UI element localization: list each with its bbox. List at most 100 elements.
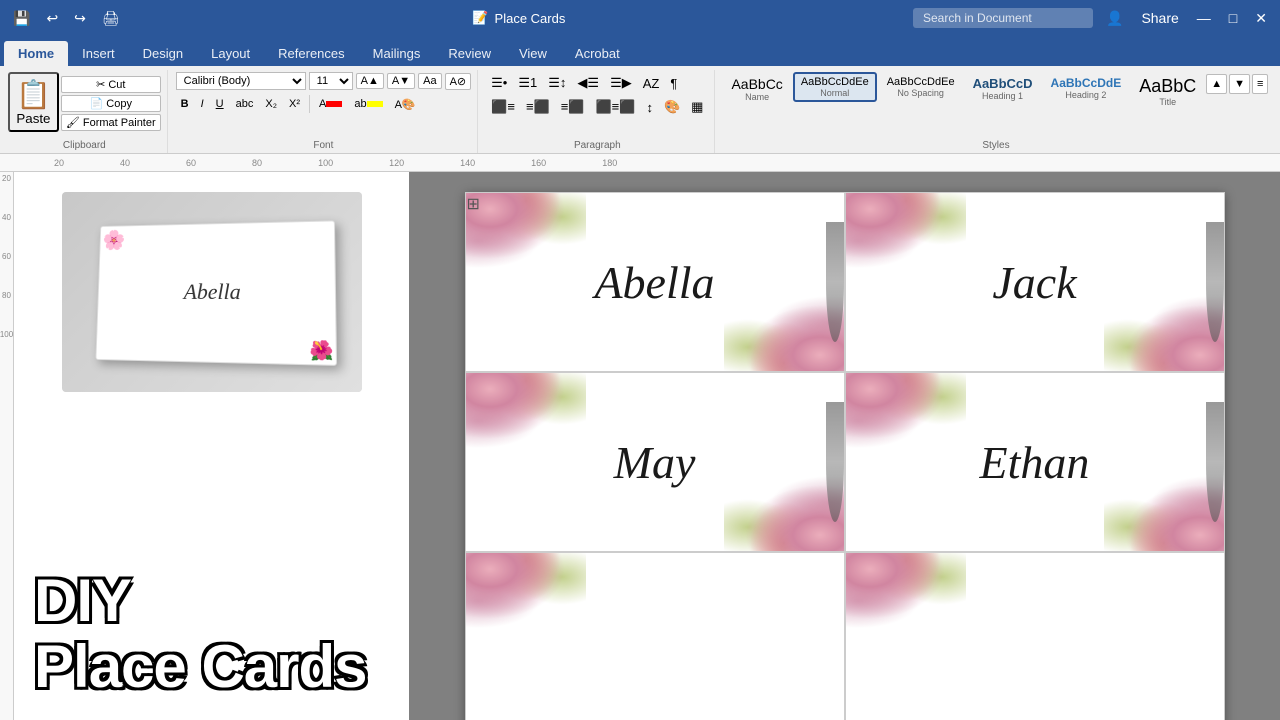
- style-heading1-button[interactable]: AaBbCcD Heading 1: [965, 72, 1041, 105]
- add-content-button[interactable]: ⊞: [467, 194, 480, 214]
- style-normal-button[interactable]: AaBbCcDdEe Normal: [793, 72, 877, 102]
- highlight-swatch: [367, 101, 383, 107]
- increase-indent-button[interactable]: ☰▶: [605, 72, 637, 94]
- floral-tl-3: [466, 373, 586, 453]
- place-card-3[interactable]: May: [465, 372, 845, 552]
- styles-scroll-down[interactable]: ▼: [1229, 74, 1250, 94]
- main-area: 20 40 60 80 100 🌸 Abella 🌺 DIY Place Car…: [0, 172, 1280, 720]
- place-card-preview: 🌸 Abella 🌺: [95, 220, 337, 366]
- shrink-font-button[interactable]: A▼: [387, 73, 415, 89]
- floral-tl-5: [466, 553, 586, 633]
- subscript-button[interactable]: X₂: [260, 95, 282, 113]
- undo-button[interactable]: ↩: [41, 8, 63, 29]
- paste-icon: 📋: [16, 78, 51, 111]
- line-spacing-button[interactable]: ↕: [641, 96, 658, 118]
- place-card-1[interactable]: Abella: [465, 192, 845, 372]
- style-title-button[interactable]: AaBbC Title: [1131, 72, 1204, 111]
- tab-references[interactable]: References: [264, 41, 358, 66]
- cut-button[interactable]: ✂ Cut: [61, 76, 161, 93]
- floral-decoration-tl: 🌸: [102, 228, 126, 252]
- thumbnail-image: 🌸 Abella 🌺: [62, 192, 362, 392]
- card-name-4: Ethan: [980, 436, 1090, 489]
- styles-pane-area: AÄ StylesPane: [1276, 70, 1280, 153]
- font-color-button[interactable]: A: [314, 95, 347, 113]
- document-area[interactable]: ⊞ Abella Jack May: [409, 172, 1280, 720]
- italic-button[interactable]: I: [196, 95, 209, 113]
- align-right-button[interactable]: ≡⬛: [556, 96, 590, 118]
- card-name-2: Jack: [992, 256, 1076, 309]
- style-no-spacing-button[interactable]: AaBbCcDdEe No Spacing: [879, 72, 963, 102]
- account-button[interactable]: 👤: [1101, 8, 1128, 29]
- styles-scroll-up[interactable]: ▲: [1206, 74, 1227, 94]
- diy-overlay: DIY Place Cards: [34, 568, 409, 700]
- maximize-button[interactable]: □: [1224, 8, 1242, 28]
- font-family-select[interactable]: Calibri (Body): [176, 72, 306, 90]
- redo-button[interactable]: ↪: [69, 8, 91, 29]
- save-button[interactable]: 💾: [8, 8, 35, 29]
- title-bar-left: 💾 ↩ ↪ 🖨: [8, 8, 125, 29]
- tab-review[interactable]: Review: [434, 41, 505, 66]
- highlight-button[interactable]: ab: [349, 95, 387, 113]
- numbering-button[interactable]: ☰1: [513, 72, 542, 94]
- tab-mailings[interactable]: Mailings: [359, 41, 435, 66]
- sort-button[interactable]: AZ: [638, 72, 665, 94]
- thumbnail-panel: 🌸 Abella 🌺 DIY Place Cards: [14, 172, 409, 720]
- floral-tl-1: [466, 193, 586, 273]
- style-name-button[interactable]: AaBbCc Name: [723, 72, 790, 106]
- change-case-button[interactable]: Aa: [418, 73, 441, 89]
- font-size-select[interactable]: 11 12 14: [309, 72, 353, 90]
- diy-line2: Place Cards: [34, 634, 409, 700]
- feather-3: [826, 402, 844, 522]
- style-heading2-button[interactable]: AaBbCcDdE Heading 2: [1043, 72, 1130, 104]
- vertical-ruler: 20 40 60 80 100: [0, 172, 14, 720]
- title-bar-center: 📝 Place Cards: [472, 10, 565, 26]
- floral-decoration-br: 🌺: [309, 340, 334, 363]
- clipboard-group: 📋 Paste ✂ Cut 📄 Copy 🖌 Format Painter Cl…: [2, 70, 168, 153]
- strikethrough-button[interactable]: abc: [231, 95, 259, 113]
- place-card-4[interactable]: Ethan: [845, 372, 1225, 552]
- horizontal-ruler: 20 40 60 80 100 120 140 160 180: [0, 154, 1280, 172]
- tab-home[interactable]: Home: [4, 41, 68, 66]
- search-input[interactable]: [913, 8, 1093, 28]
- tab-layout[interactable]: Layout: [197, 41, 264, 66]
- place-card-5[interactable]: [465, 552, 845, 720]
- tab-view[interactable]: View: [505, 41, 561, 66]
- tab-insert[interactable]: Insert: [68, 41, 129, 66]
- document-title: Place Cards: [495, 11, 566, 26]
- show-hide-button[interactable]: ¶: [665, 72, 682, 94]
- paste-button[interactable]: 📋 Paste: [8, 72, 59, 132]
- close-button[interactable]: ✕: [1250, 8, 1272, 29]
- justify-button[interactable]: ⬛≡⬛: [591, 96, 641, 118]
- place-card-6[interactable]: [845, 552, 1225, 720]
- paragraph-label: Paragraph: [486, 140, 708, 153]
- decrease-indent-button[interactable]: ◀☰: [572, 72, 604, 94]
- title-bar-right: 👤 Share — □ ✕: [913, 8, 1272, 29]
- align-left-button[interactable]: ⬛≡: [486, 96, 520, 118]
- tab-acrobat[interactable]: Acrobat: [561, 41, 634, 66]
- bullets-button[interactable]: ☰•: [486, 72, 512, 94]
- floral-tl-6: [846, 553, 966, 633]
- print-button[interactable]: 🖨: [97, 8, 125, 29]
- clear-format-button[interactable]: A⊘: [445, 73, 472, 90]
- grow-font-button[interactable]: A▲: [356, 73, 384, 89]
- bold-button[interactable]: B: [176, 95, 194, 113]
- styles-label: Styles: [723, 140, 1268, 153]
- multilevel-button[interactable]: ☰↕: [543, 72, 571, 94]
- styles-group: AaBbCc Name AaBbCcDdEe Normal AaBbCcDdEe…: [717, 70, 1274, 153]
- superscript-button[interactable]: X²: [284, 95, 305, 113]
- preview-name: Abella: [183, 279, 240, 305]
- share-button[interactable]: Share: [1136, 8, 1183, 28]
- paragraph-group: ☰• ☰1 ☰↕ ◀☰ ☰▶ AZ ¶ ⬛≡ ≡⬛ ≡⬛ ⬛≡⬛ ↕ 🎨 ▦ P…: [480, 70, 715, 153]
- copy-button[interactable]: 📄 Copy: [61, 95, 161, 112]
- underline-button[interactable]: U: [211, 95, 229, 113]
- align-center-button[interactable]: ≡⬛: [521, 96, 555, 118]
- tab-design[interactable]: Design: [129, 41, 197, 66]
- text-effects-button[interactable]: A🎨: [390, 95, 421, 113]
- minimize-button[interactable]: —: [1192, 8, 1216, 28]
- styles-more[interactable]: ≡: [1252, 74, 1268, 94]
- border-button[interactable]: ▦: [686, 96, 708, 118]
- ribbon-tabs: Home Insert Design Layout References Mai…: [0, 36, 1280, 66]
- place-card-2[interactable]: Jack: [845, 192, 1225, 372]
- shading-button[interactable]: 🎨: [659, 96, 685, 118]
- format-painter-button[interactable]: 🖌 Format Painter: [61, 114, 161, 131]
